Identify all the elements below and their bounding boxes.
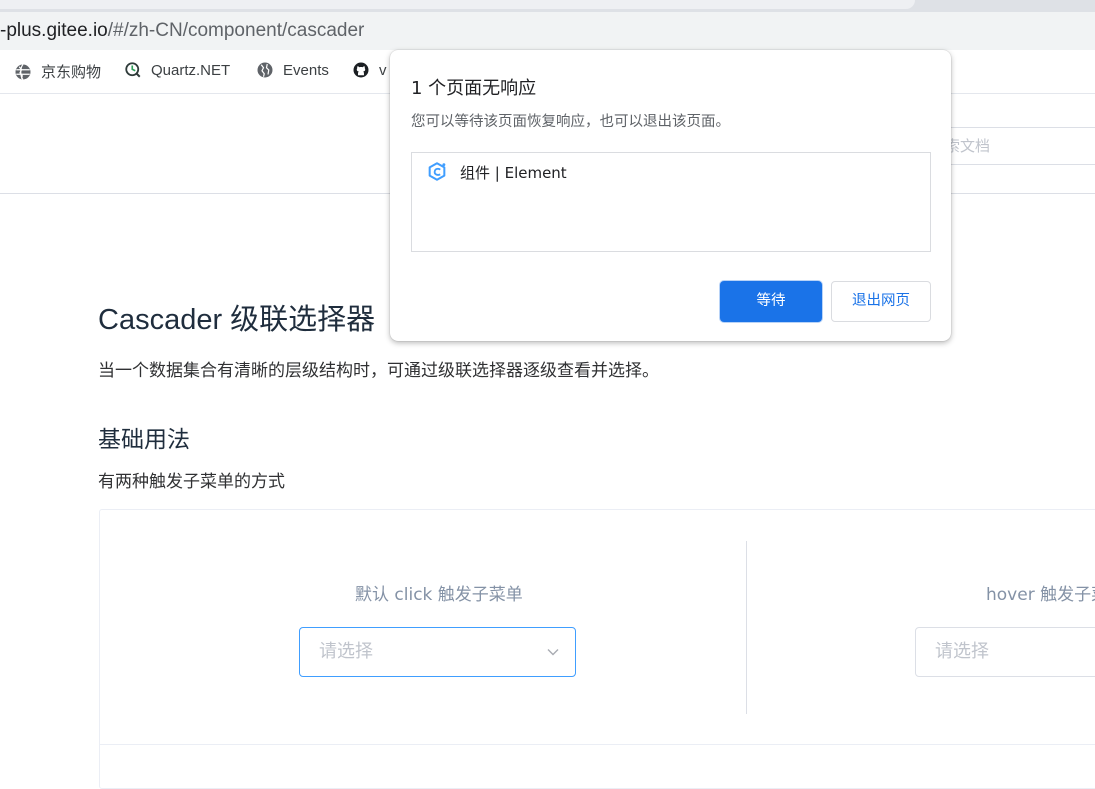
wait-button[interactable]: 等待 xyxy=(720,281,822,322)
page-item-title: 组件 | Element xyxy=(460,163,567,182)
globe-icon xyxy=(257,62,273,78)
bookmark-github[interactable]: v xyxy=(352,61,387,79)
globe-icon xyxy=(15,63,31,80)
browser-tab-strip xyxy=(0,0,1095,12)
section-description: 有两种触发子菜单的方式 xyxy=(98,472,285,492)
unresponsive-page-dialog: 1 个页面无响应 您可以等待该页面恢复响应，也可以退出该页面。 组件 | Ele… xyxy=(390,50,951,341)
exit-page-button[interactable]: 退出网页 xyxy=(831,281,931,322)
demo-divider xyxy=(746,541,747,714)
bookmark-label: Quartz.NET xyxy=(151,61,231,79)
bookmark-jd[interactable]: 京东购物 xyxy=(14,61,101,82)
active-tab[interactable] xyxy=(0,0,915,9)
cascader-placeholder: 请选择 xyxy=(935,641,989,662)
doc-search-input[interactable]: 索文档 xyxy=(930,127,1095,165)
section-title: 基础用法 xyxy=(98,427,190,453)
address-host: -plus.gitee.io xyxy=(0,20,108,41)
dialog-title: 1 个页面无响应 xyxy=(411,78,537,99)
unresponsive-pages-list: 组件 | Element xyxy=(411,152,931,252)
list-item: 组件 | Element xyxy=(426,161,567,183)
demo-caption-click: 默认 click 触发子菜单 xyxy=(355,585,523,605)
demo-code-toggle-bar[interactable] xyxy=(100,744,1095,745)
demo-block: 默认 click 触发子菜单 请选择 hover 触发子菜 请选择 xyxy=(99,509,1095,789)
bookmark-label: Events xyxy=(283,61,329,79)
address-bar[interactable]: -plus.gitee.io/#/zh-CN/component/cascade… xyxy=(0,12,1095,50)
address-path: /#/zh-CN/component/cascader xyxy=(107,20,365,41)
bookmark-label: v xyxy=(379,61,387,79)
github-icon xyxy=(353,62,369,78)
bookmark-label: 京东购物 xyxy=(41,64,102,81)
cascader-click-input[interactable]: 请选择 xyxy=(299,627,576,677)
element-logo-icon xyxy=(428,162,446,181)
cascader-placeholder: 请选择 xyxy=(319,641,373,662)
cascader-hover-input[interactable]: 请选择 xyxy=(915,627,1095,677)
bookmark-quartz[interactable]: Quartz.NET xyxy=(124,61,230,79)
chevron-down-icon xyxy=(547,649,559,656)
bookmark-events[interactable]: Events xyxy=(256,61,329,79)
dialog-message: 您可以等待该页面恢复响应，也可以退出该页面。 xyxy=(411,114,730,130)
demo-caption-hover: hover 触发子菜 xyxy=(986,585,1095,605)
page-description: 当一个数据集合有清晰的层级结构时，可通过级联选择器逐级查看并选择。 xyxy=(98,361,659,381)
page-title: Cascader 级联选择器 xyxy=(98,304,376,336)
address-url[interactable]: -plus.gitee.io/#/zh-CN/component/cascade… xyxy=(0,20,364,42)
quartz-icon xyxy=(125,62,141,78)
